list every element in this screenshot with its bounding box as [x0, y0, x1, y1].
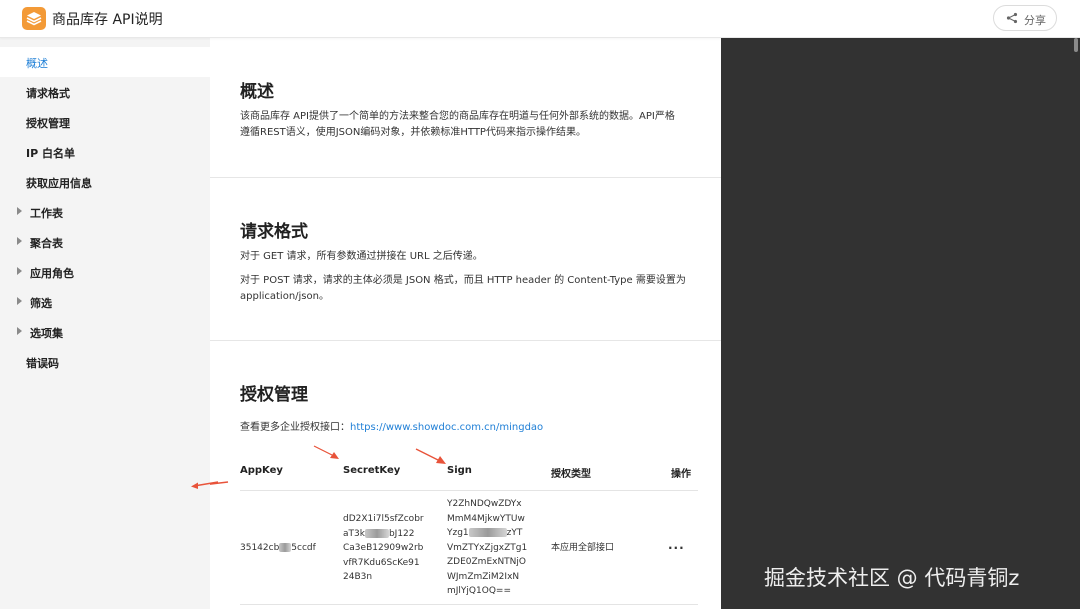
section-divider — [210, 340, 721, 341]
secretkey-part: bJ122 — [388, 528, 415, 539]
sidebar-item-overview[interactable]: 概述 — [0, 47, 210, 77]
auth-type-cell: 本应用全部接口 — [551, 543, 615, 553]
arrow-icon — [415, 448, 446, 464]
col-header-actions: 操作 — [671, 469, 691, 480]
redaction-mark — [468, 528, 507, 537]
secretkey-line: aT3k bJ122 — [343, 527, 424, 542]
sign-line: MmM4MjkwYTUw — [447, 513, 525, 524]
sidebar-item-ip-whitelist[interactable]: IP 白名单 — [0, 137, 210, 167]
more-auth-line: 查看更多企业授权接口：https://www.showdoc.com.cn/mi… — [240, 420, 700, 436]
sidebar-item-option-sets[interactable]: 选项集 — [0, 317, 210, 347]
sidebar-item-label: 筛选 — [30, 297, 52, 310]
get-request-text: 对于 GET 请求，所有参数通过拼接在 URL 之后传递。 — [240, 251, 483, 262]
overview-text: 该商品库存 API提供了一个简单的方法来整合您的商品库存在明道与任何外部系统的数… — [240, 109, 700, 141]
appkey-end: 5ccdf — [291, 543, 316, 553]
sidebar-item-app-info[interactable]: 获取应用信息 — [0, 167, 210, 197]
overview-text-line: 遵循REST语义，使用JSON编码对象，并依赖标准HTTP代码来指示操作结果。 — [240, 127, 586, 138]
app-logo-icon — [22, 7, 46, 30]
col-header-appkey: AppKey — [240, 465, 283, 476]
appkey-cell: 35142cb 5ccdf — [240, 541, 316, 556]
post-request-text-line: 对于 POST 请求，请求的主体必须是 JSON 格式，而且 HTTP head… — [240, 275, 686, 286]
sign-part: zYT — [506, 528, 523, 538]
secretkey-cell: dD2X1i7l5sfZcobr aT3k bJ122 Ca3eB12909w2rb … — [343, 512, 424, 585]
sign-cell: Y2ZhNDQwZDYx MmM4MjkwYTUw Yzg1 zYT VmZTYxZjg… — [447, 497, 527, 599]
sidebar-item-label: 请求格式 — [26, 87, 70, 100]
sign-line: Y2ZhNDQwZDYx — [447, 499, 522, 509]
sidebar-item-filter[interactable]: 筛选 — [0, 287, 210, 317]
caret-right-icon — [17, 207, 22, 215]
sign-part: Yzg1 — [447, 528, 469, 538]
col-header-secretkey: SecretKey — [343, 465, 401, 476]
sidebar-item-label: 获取应用信息 — [26, 177, 92, 190]
sidebar-item-label: 工作表 — [30, 207, 63, 220]
sidebar-item-label: 聚合表 — [30, 237, 63, 250]
col-header-sign: Sign — [447, 465, 472, 476]
secretkey-part: aT3k — [343, 528, 365, 539]
top-bar: 商品库存 API说明 分享 — [0, 0, 1080, 38]
sidebar-nav: 概述 请求格式 授权管理 IP 白名单 获取应用信息 工作表 聚合表 应用角色 … — [0, 38, 210, 609]
watermark: 掘金技术社区 @ 代码青铜z — [764, 566, 1020, 590]
share-button[interactable]: 分享 — [993, 5, 1057, 31]
secretkey-line: dD2X1i7l5sfZcobr — [343, 514, 424, 524]
scrollbar-thumb[interactable] — [1074, 38, 1078, 52]
section-title-request-format: 请求格式 — [240, 222, 308, 242]
more-auth-link[interactable]: https://www.showdoc.com.cn/mingdao — [350, 422, 543, 433]
section-title-auth: 授权管理 — [240, 385, 308, 405]
sidebar-item-app-roles[interactable]: 应用角色 — [0, 257, 210, 287]
app-title: 商品库存 API说明 — [52, 12, 163, 28]
caret-right-icon — [17, 297, 22, 305]
section-title-overview: 概述 — [240, 82, 274, 102]
caret-right-icon — [17, 237, 22, 245]
sidebar-item-aggregate[interactable]: 聚合表 — [0, 227, 210, 257]
sidebar-item-label: 选项集 — [30, 327, 63, 340]
share-icon — [1006, 12, 1018, 24]
sidebar-item-auth[interactable]: 授权管理 — [0, 107, 210, 137]
section-divider — [210, 177, 721, 178]
post-request-text-line: application/json。 — [240, 291, 329, 302]
sidebar-item-label: IP 白名单 — [26, 147, 75, 160]
sidebar-item-label: 应用角色 — [30, 267, 74, 280]
code-example-pane — [721, 38, 1080, 609]
arrow-icon — [210, 481, 229, 485]
secretkey-rest: Ca3eB12909w2rb vfR7Kdu6ScKe91 24B3n — [343, 543, 424, 582]
arrow-icon — [313, 445, 339, 459]
appkey-start: 35142cb — [240, 543, 280, 553]
overview-text-line: 该商品库存 API提供了一个简单的方法来整合您的商品库存在明道与任何外部系统的数… — [240, 111, 675, 122]
sidebar-item-label: 授权管理 — [26, 117, 70, 130]
more-auth-prefix: 查看更多企业授权接口： — [240, 422, 350, 433]
table-row-divider — [240, 604, 698, 605]
redaction-mark — [279, 543, 292, 552]
sidebar-item-error-codes[interactable]: 错误码 — [0, 347, 210, 377]
scrollbar[interactable] — [1072, 38, 1080, 609]
sidebar-item-label: 错误码 — [26, 357, 59, 370]
sign-line: Yzg1 zYT — [447, 526, 527, 541]
redaction-mark — [364, 528, 389, 538]
col-header-auth-type: 授权类型 — [551, 469, 591, 480]
caret-right-icon — [17, 327, 22, 335]
sidebar-item-worksheet[interactable]: 工作表 — [0, 197, 210, 227]
table-header-divider — [240, 490, 698, 491]
sidebar-item-request-format[interactable]: 请求格式 — [0, 77, 210, 107]
share-label: 分享 — [1024, 14, 1046, 27]
caret-right-icon — [17, 267, 22, 275]
sign-rest: VmZTYxZjgxZTg1 ZDE0ZmExNTNjO WJmZmZiM2Ix… — [447, 542, 528, 597]
sidebar-item-label: 概述 — [26, 57, 48, 70]
row-more-button[interactable]: ··· — [668, 541, 685, 555]
post-request-text: 对于 POST 请求，请求的主体必须是 JSON 格式，而且 HTTP head… — [240, 273, 700, 305]
main-content: 概述 该商品库存 API提供了一个简单的方法来整合您的商品库存在明道与任何外部系… — [210, 38, 721, 609]
